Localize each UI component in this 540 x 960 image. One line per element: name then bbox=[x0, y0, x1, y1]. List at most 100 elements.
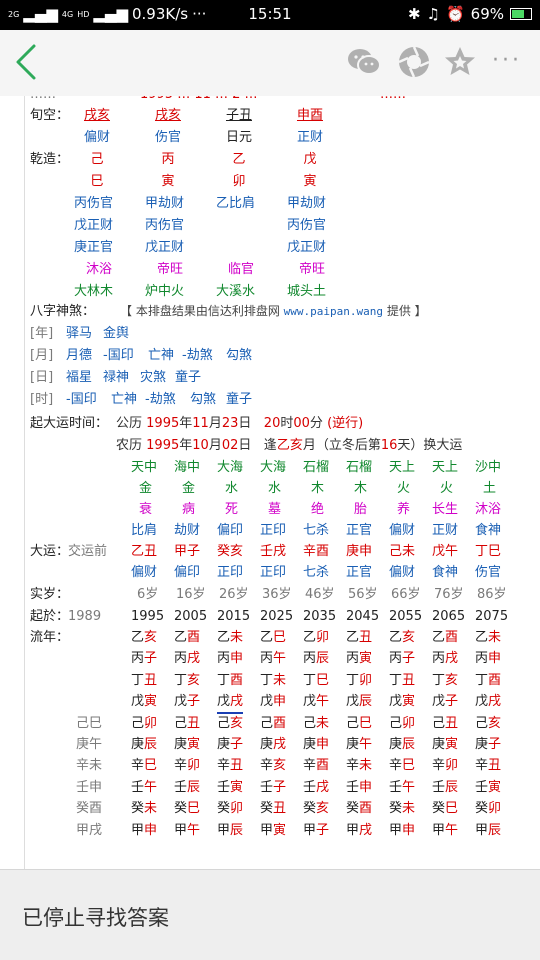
dayun-wuxing: 金 bbox=[182, 481, 196, 496]
shensha-item: 金舆 bbox=[103, 326, 130, 341]
dayun-shishen: 正印 bbox=[260, 523, 287, 538]
liunian-gan: 壬 bbox=[260, 779, 274, 795]
liunian-zhi: 寅 bbox=[144, 694, 158, 710]
liunian-zhi: 巳 bbox=[402, 758, 416, 774]
changsheng-cell: 帝旺 bbox=[157, 262, 184, 277]
liunian-gan: 戊 bbox=[217, 694, 231, 710]
dayun-wuxing: 水 bbox=[268, 481, 282, 496]
source-url[interactable]: www.paipan.wang bbox=[284, 305, 383, 318]
liunian-cell: 乙酉 bbox=[432, 627, 458, 648]
dayun-wuxing: 水 bbox=[225, 481, 239, 496]
liunian-gan: 壬 bbox=[217, 779, 231, 795]
shensha-label: 八字神煞： bbox=[30, 304, 96, 319]
liunian-cell: 丙午 bbox=[260, 648, 286, 669]
dayun-zhishen: 七杀 bbox=[303, 565, 330, 580]
xunkong-cell: 申酉 bbox=[296, 108, 323, 123]
liunian-zhi: 寅 bbox=[230, 779, 244, 795]
liunian-cell: 庚寅 bbox=[432, 734, 458, 755]
dayun-zhishen: 偏印 bbox=[174, 565, 201, 580]
liunian-zhi: 卯 bbox=[402, 715, 416, 731]
liunian-zhi: 戌 bbox=[488, 694, 502, 710]
back-button[interactable] bbox=[10, 42, 46, 82]
liunian-cell: 壬子 bbox=[260, 777, 286, 798]
liunian-gan: 乙 bbox=[432, 630, 446, 645]
liunian-gan: 乙 bbox=[346, 630, 360, 645]
dayun-shishen: 食神 bbox=[475, 523, 502, 538]
shensha-pillar: [月] bbox=[30, 348, 54, 363]
dayun-zhishen: 伤官 bbox=[475, 565, 502, 580]
dayun-nayin: 石榴 bbox=[346, 460, 373, 475]
liunian-cell: 辛未 bbox=[346, 755, 372, 776]
liunian-cell: 壬午 bbox=[131, 777, 157, 798]
favorite-button[interactable] bbox=[442, 44, 478, 80]
tiangan-cell: 戊 bbox=[303, 152, 317, 167]
liunian-cell: 庚子 bbox=[475, 734, 501, 755]
wechat-share-button[interactable] bbox=[346, 44, 382, 80]
liunian-zhi: 申 bbox=[488, 651, 502, 667]
liunian-zhi: 寅 bbox=[187, 737, 201, 752]
liunian-cell: 戊寅 bbox=[131, 691, 157, 712]
liunian-cell: 己卯 bbox=[389, 713, 415, 734]
liunian-gan: 癸 bbox=[432, 801, 446, 817]
liunian-gan: 戊 bbox=[389, 694, 403, 710]
alarm-icon: ⏰ bbox=[445, 5, 465, 23]
bazi-chart: …… 1995 … 11 … 2 … …… 旬空： 戌亥 戌亥 子丑 申酉 偏财… bbox=[0, 96, 540, 869]
nian-unit: 年 bbox=[179, 416, 193, 431]
liunian-gan: 辛 bbox=[131, 758, 145, 774]
tiangan-cell: 己 bbox=[90, 152, 104, 167]
liunian-zhi: 亥 bbox=[273, 758, 287, 774]
moments-share-button[interactable] bbox=[396, 44, 432, 80]
liunian-zhi: 卯 bbox=[144, 715, 158, 731]
liunian-cell: 乙亥 bbox=[389, 627, 415, 648]
qiyun-direction: (逆行) bbox=[327, 416, 364, 431]
liunian-zhi: 巳 bbox=[273, 630, 287, 645]
dayun-changsheng: 墓 bbox=[268, 502, 282, 517]
shi-unit: 时 bbox=[280, 416, 294, 431]
liunian-zhi: 子 bbox=[230, 737, 244, 752]
liunian-cell: 丙戌 bbox=[174, 648, 200, 669]
liunian-gan: 戊 bbox=[475, 694, 489, 710]
liunian-zhi: 辰 bbox=[144, 737, 158, 752]
liunian-cell: 癸未 bbox=[131, 798, 157, 819]
liunian-zhi: 辰 bbox=[488, 822, 502, 838]
shisui-cell: 86岁 bbox=[477, 587, 507, 602]
liunian-cell: 己卯 bbox=[131, 713, 157, 734]
liunian-gan: 己 bbox=[475, 715, 489, 731]
shisui-cell: 6岁 bbox=[137, 587, 159, 602]
liunian-gan: 辛 bbox=[432, 758, 446, 774]
liunian-zhi: 丑 bbox=[230, 758, 244, 774]
shensha-item: 童子 bbox=[175, 370, 202, 385]
dayun-wuxing: 木 bbox=[311, 481, 325, 496]
feng-gan: 乙 bbox=[276, 438, 290, 453]
liunian-gan: 辛 bbox=[389, 758, 403, 774]
dayun-ganzhi: 甲子 bbox=[174, 544, 201, 559]
liunian-cell: 癸巳 bbox=[174, 798, 200, 819]
liunian-cell: 戊寅 bbox=[389, 691, 415, 712]
liunian-cell: 丁酉 bbox=[475, 670, 501, 691]
feng-label: 逢 bbox=[263, 438, 277, 453]
liunian-zhi: 戌 bbox=[359, 822, 373, 838]
liunian-cell: 己亥 bbox=[475, 713, 501, 734]
liunian-gan: 癸 bbox=[174, 801, 188, 817]
bottom-status-bar: 已停止寻找答案 bbox=[0, 869, 540, 960]
liunian-zhi: 申 bbox=[359, 779, 373, 795]
dayun-wuxing: 土 bbox=[483, 481, 497, 496]
liunian-zhi: 寅 bbox=[359, 651, 373, 667]
more-menu-button[interactable]: ··· bbox=[492, 48, 522, 73]
liunian-gan: 丙 bbox=[217, 651, 231, 667]
dayun-ganzhi: 癸亥 bbox=[217, 544, 244, 559]
canggan-cell: 甲劫财 bbox=[287, 196, 327, 211]
nongli-month: 10 bbox=[192, 438, 209, 453]
liunian-cell: 辛丑 bbox=[475, 755, 501, 776]
liunian-gan: 辛 bbox=[346, 758, 360, 774]
liunian-zhi: 寅 bbox=[273, 822, 287, 838]
liunian-zhi: 亥 bbox=[230, 715, 244, 731]
liunian-cell: 庚申 bbox=[303, 734, 329, 755]
liunian-cell: 甲午 bbox=[174, 820, 200, 841]
liunian-cell: 己丑 bbox=[174, 713, 200, 734]
liunian-cell: 壬申 bbox=[346, 777, 372, 798]
liunian-zhi: 未 bbox=[273, 672, 287, 688]
liunian-cell: 甲辰 bbox=[217, 820, 243, 841]
dizhi-cell: 卯 bbox=[232, 174, 246, 189]
yue-unit: 月 bbox=[208, 416, 222, 431]
